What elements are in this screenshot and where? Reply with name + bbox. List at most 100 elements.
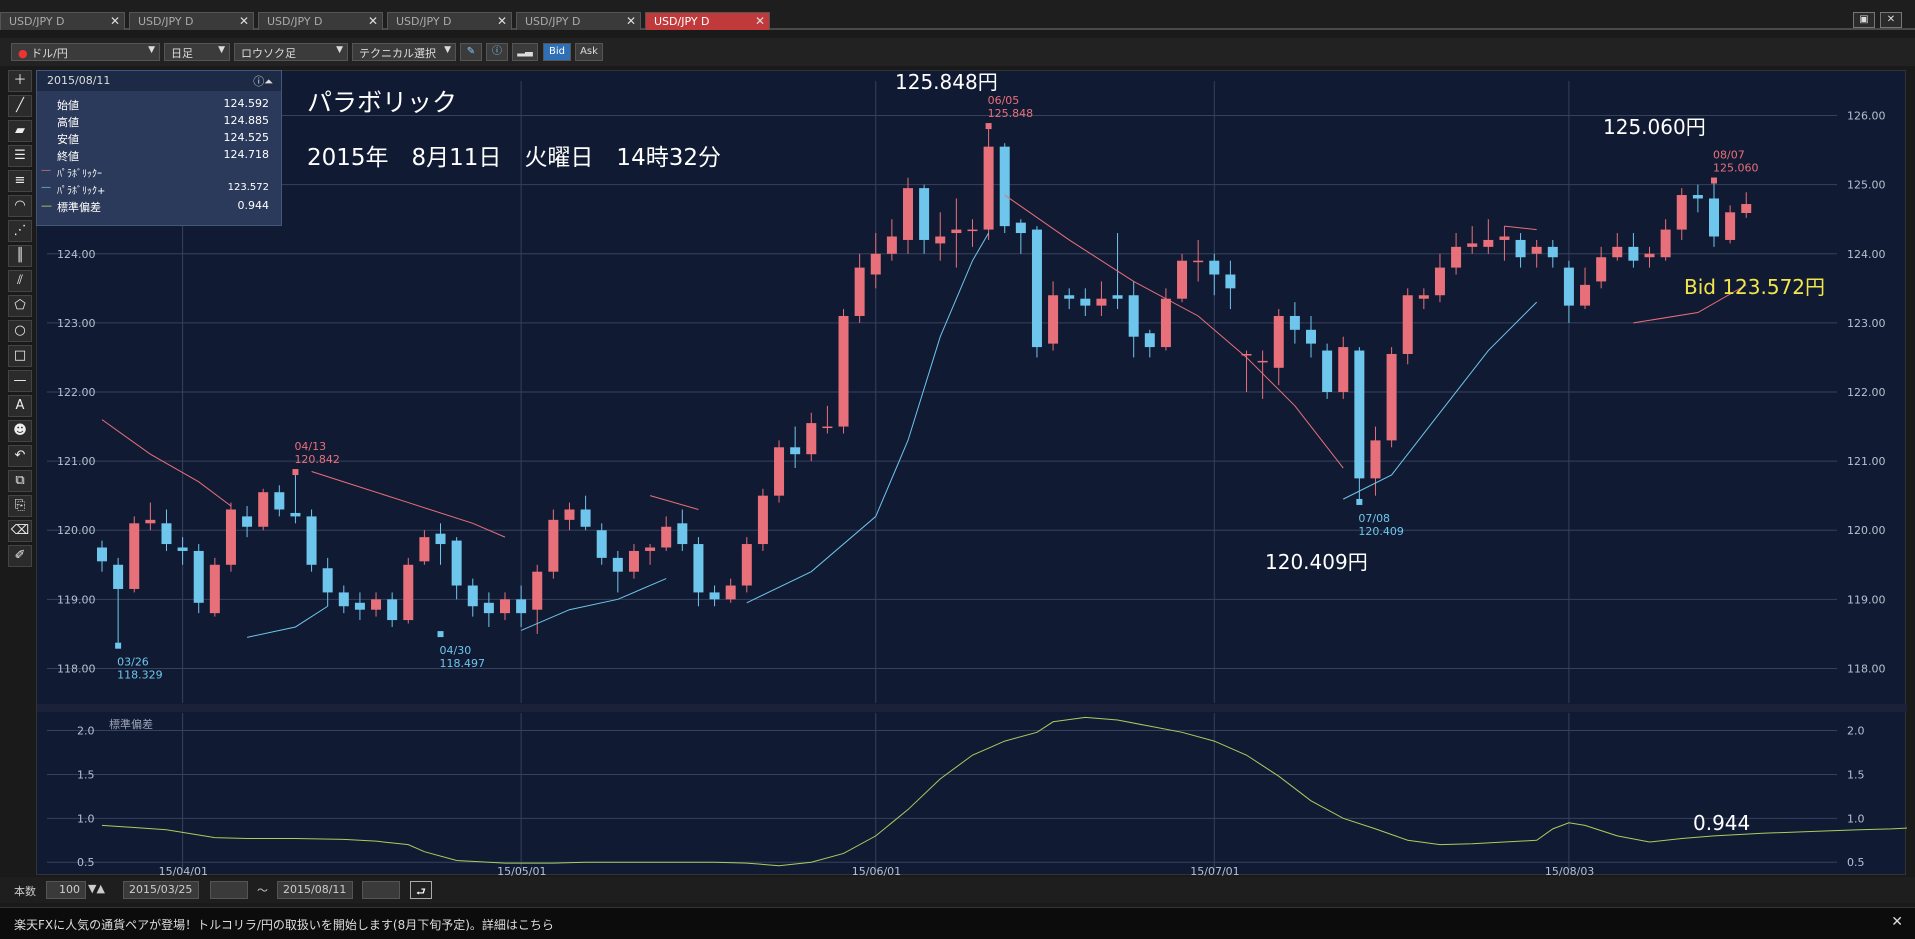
low-value: 124.525 (223, 131, 270, 144)
maximize-icon[interactable]: ▣ (1853, 12, 1875, 28)
close-icon[interactable]: ✕ (110, 14, 120, 28)
candle-body (290, 512, 301, 517)
candle-body (806, 423, 817, 455)
candle-body (338, 592, 349, 607)
sub-y-tick-label-left: 2.0 (77, 725, 95, 738)
candle-body (403, 564, 414, 621)
paste-icon[interactable]: ⎘ (8, 495, 32, 517)
ticker-text[interactable]: 楽天FXに人気の通貨ペアが登場！トルコリラ/円の取扱いを開始します(8月下旬予定… (14, 918, 554, 932)
close-icon[interactable]: ✕ (368, 14, 378, 28)
tab-bar: USD/JPY D ✕ USD/JPY D ✕ USD/JPY D ✕ USD/JPY… (0, 0, 1915, 30)
candle-body (532, 571, 543, 610)
tab-4[interactable]: USD/JPY D ✕ (387, 12, 512, 30)
text-icon[interactable]: A (8, 395, 32, 417)
candle-body (1596, 257, 1607, 282)
close-icon[interactable]: ✕ (626, 14, 636, 28)
low-price-callout: 120.409円 (1265, 550, 1368, 574)
horizontal-lines-icon[interactable]: ☰ (8, 145, 32, 167)
candle-body (483, 602, 494, 614)
pitchfork-icon[interactable]: ⫽ (8, 270, 32, 292)
low-value-label: 120.409 (1358, 525, 1404, 538)
from-time-input[interactable] (210, 881, 248, 899)
close-icon[interactable]: ✕ (1891, 914, 1903, 930)
candle-body (1692, 195, 1703, 199)
chevron-down-icon: ▼ (444, 45, 451, 55)
candle-body (1709, 198, 1719, 237)
candle-body (790, 447, 801, 455)
stdev-row: — 標準偏差 0.944 (37, 199, 281, 216)
chart-type-select[interactable]: ロウソク足 ▼ (234, 43, 348, 61)
vertical-lines-icon[interactable]: ║ (8, 245, 32, 267)
chart-area[interactable]: 126.00126.00125.00125.00124.00124.00123.… (36, 70, 1915, 878)
return-icon[interactable]: ⮐ (410, 881, 432, 899)
pentagon-icon[interactable]: ⬠ (8, 295, 32, 317)
tab-1[interactable]: USD/JPY D ✕ (0, 12, 125, 30)
info-collapse-icon[interactable]: ⓘ⏶ (253, 73, 273, 89)
close-label: 終値 (57, 150, 79, 163)
fibonacci-icon[interactable]: ≡ (8, 170, 32, 192)
ask-button[interactable]: Ask (575, 43, 603, 61)
candle-body (903, 188, 913, 240)
sub-pane-title: 標準偏差 (109, 717, 153, 731)
close-window-icon[interactable]: ✕ (1880, 12, 1902, 28)
candle-body (1354, 350, 1365, 479)
y-tick-label-left: 124.00 (57, 248, 96, 261)
candle-body (741, 544, 752, 586)
technical-select[interactable]: テクニカル選択 ▼ (352, 43, 456, 61)
news-ticker[interactable]: 楽天FXに人気の通貨ペアが登場！トルコリラ/円の取扱いを開始します(8月下旬予定… (0, 907, 1915, 939)
to-date-input[interactable]: 2015/08/11 (277, 881, 353, 899)
line-icon[interactable]: ╱ (8, 95, 32, 117)
overlay-title: パラボリック (307, 88, 457, 117)
candle-body (113, 564, 124, 589)
mar-date-label: 03/26 (117, 656, 149, 669)
candle-body (854, 267, 865, 316)
copy-icon[interactable]: ⧉ (8, 470, 32, 492)
rectangle-icon[interactable]: □ (8, 345, 32, 367)
eraser-icon[interactable]: ⌫ (8, 520, 32, 542)
flag-icon: ● (18, 47, 28, 60)
sub-y-tick-label-left: 1.5 (77, 768, 95, 781)
close-value: 124.718 (223, 148, 270, 161)
parabolic-sar-short (101, 419, 232, 507)
extreme-marker (437, 631, 444, 638)
hline-icon[interactable]: — (8, 370, 32, 392)
candle-body (838, 315, 849, 427)
arc-icon[interactable]: ◠ (8, 195, 32, 217)
bid-button[interactable]: Bid (543, 43, 571, 61)
candle-body (774, 447, 785, 496)
candle-body (1660, 229, 1671, 258)
tab-6-active[interactable]: USD/JPY D ✕ (645, 12, 770, 30)
candle-body (435, 533, 446, 545)
currency-pair-select[interactable]: ● ドル/円 ▼ (11, 43, 160, 61)
candle-body (919, 188, 930, 240)
to-time-input[interactable] (362, 881, 400, 899)
close-icon[interactable]: ✕ (239, 14, 249, 28)
pen-icon[interactable]: ✎ (460, 43, 482, 61)
candle-body (419, 537, 430, 562)
eraser-all-icon[interactable]: ✐ (8, 545, 32, 567)
candle-body (467, 585, 478, 607)
ruler-icon[interactable]: ▰ (8, 120, 32, 142)
y-tick-label: 124.00 (1847, 248, 1886, 261)
legend-line-icon: — (41, 182, 51, 193)
fan-icon[interactable]: ⋰ (8, 220, 32, 242)
candle-body (225, 509, 236, 565)
tab-3[interactable]: USD/JPY D ✕ (258, 12, 383, 30)
crosshair-icon[interactable]: ＋ (8, 70, 32, 92)
volume-icon[interactable]: ▂▃ (512, 43, 538, 61)
info-icon[interactable]: ⓘ (486, 43, 508, 61)
count-stepper-icon[interactable]: ▼▲ (88, 882, 105, 900)
circle-icon[interactable]: ○ (8, 320, 32, 342)
close-icon[interactable]: ✕ (755, 14, 765, 28)
candle-body (177, 547, 188, 551)
legend-line-icon: — (41, 165, 51, 176)
count-input[interactable]: 100 (46, 881, 86, 899)
close-icon[interactable]: ✕ (497, 14, 507, 28)
smiley-icon[interactable]: ☻ (8, 420, 32, 442)
tab-2[interactable]: USD/JPY D ✕ (129, 12, 254, 30)
from-date-input[interactable]: 2015/03/25 (123, 881, 199, 899)
candle-body (1257, 360, 1268, 363)
timeframe-select[interactable]: 日足 ▼ (164, 43, 230, 61)
tab-5[interactable]: USD/JPY D ✕ (516, 12, 641, 30)
undo-icon[interactable]: ↶ (8, 445, 32, 467)
